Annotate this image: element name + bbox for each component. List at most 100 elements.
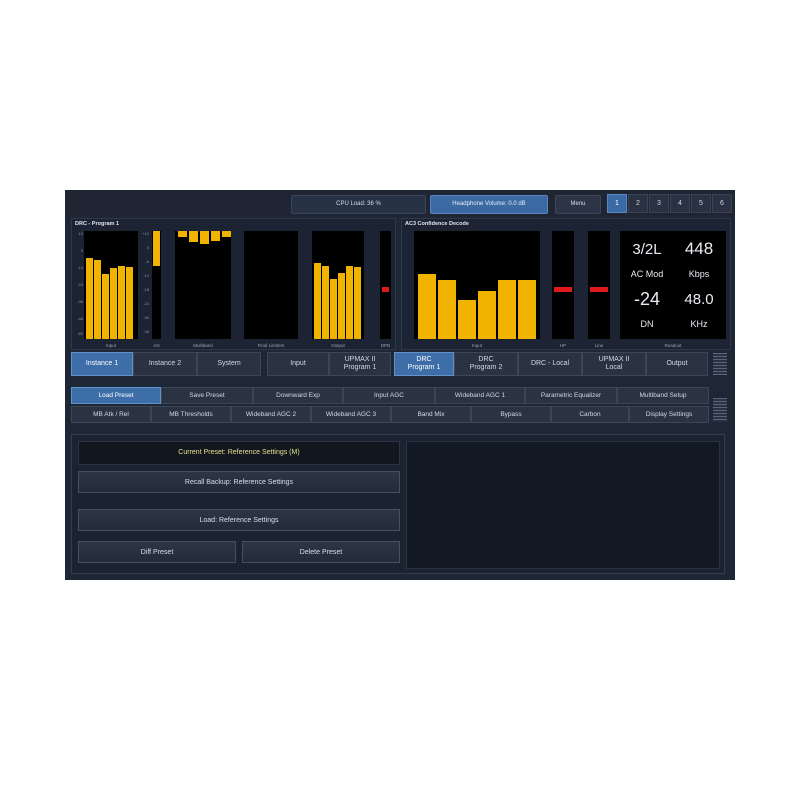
tab-load-preset[interactable]: Load Preset: [71, 387, 161, 404]
subtab-scroll-grip[interactable]: [713, 398, 727, 422]
tab-carbon[interactable]: Carbon: [551, 406, 629, 423]
bitrate-unit: Kbps: [688, 269, 710, 279]
page-button-4[interactable]: 4: [670, 194, 690, 213]
ac3-input-level-bar: [478, 291, 496, 339]
tab-drc-program-1[interactable]: DRC Program 1: [394, 352, 454, 376]
page-button-1[interactable]: 1: [607, 194, 627, 213]
output-level-bar: [314, 263, 321, 339]
hp-peak-marker: [554, 287, 572, 292]
tab-parametric-equalizer[interactable]: Parametric Equalizer: [525, 387, 617, 404]
processor-app-window: CPU Load: 36 % Headphone Volume: 0.0 dB …: [65, 190, 735, 580]
decoder-readout: 3/2L 448 AC Mod Kbps -24 48.0 DN KHz Rea…: [620, 231, 726, 348]
ag-scale: +12 0 -6 -12 -18 -24 -30 -36: [142, 231, 149, 334]
nav-row-scroll-grip[interactable]: [713, 353, 727, 375]
sample-rate-value: 48.0: [684, 291, 714, 308]
input-level-bar: [102, 274, 109, 339]
tab-upmax-program-1[interactable]: UPMAX II Program 1: [329, 352, 391, 376]
output-meter: Output: [312, 231, 364, 348]
input-level-bar: [126, 267, 133, 339]
load-preset-content: Current Preset: Reference Settings (M) R…: [71, 434, 725, 574]
output-level-bar: [354, 267, 361, 339]
hp-meter: HP: [552, 231, 574, 348]
output-level-bar: [330, 279, 337, 339]
load-preset-button[interactable]: Load: Reference Settings: [78, 509, 400, 531]
tab-system[interactable]: System: [197, 352, 261, 376]
final-limiters-meter: Final Limiters: [244, 231, 298, 348]
drc-subtab-row-1: Load Preset Save Preset Downward Exp Inp…: [71, 387, 709, 404]
output-level-bar: [322, 266, 329, 339]
sample-rate-unit: KHz: [690, 319, 708, 329]
drc-meter-panel: DRC - Program 1 12 0 -12 -24 -36 -48 -60…: [71, 218, 396, 350]
input-meter: Input: [84, 231, 138, 348]
tab-input-agc[interactable]: Input AGC: [343, 387, 435, 404]
tab-mb-atk-rel[interactable]: MB Atk / Rel: [71, 406, 151, 423]
tab-drc-program-2[interactable]: DRC Program 2: [454, 352, 518, 376]
tab-multiband-setup[interactable]: Multiband Setup: [617, 387, 709, 404]
multiband-meter: Multiband: [175, 231, 231, 348]
tab-save-preset[interactable]: Save Preset: [161, 387, 253, 404]
drc-subtab-row-2: MB Atk / Rel MB Thresholds Wideband AGC …: [71, 406, 709, 423]
preset-list-pane[interactable]: [406, 441, 720, 569]
tab-downward-exp[interactable]: Downward Exp: [253, 387, 343, 404]
menu-button[interactable]: Menu: [555, 195, 601, 214]
multiband-gain-bar: [189, 231, 198, 242]
multiband-gain-bar: [200, 231, 209, 244]
channel-mode: 3/2L: [632, 241, 662, 258]
tab-band-mix[interactable]: Band Mix: [391, 406, 471, 423]
dialnorm-value: -24: [633, 289, 660, 309]
tab-upmax-local[interactable]: UPMAX II Local: [582, 352, 646, 376]
dialnorm-label: DN: [640, 319, 654, 329]
input-scale: 12 0 -12 -24 -36 -48 -60: [77, 231, 83, 336]
tab-wideband-agc-2[interactable]: Wideband AGC 2: [231, 406, 311, 423]
page-button-5[interactable]: 5: [691, 194, 711, 213]
ac3-input-level-bar: [418, 274, 436, 339]
dpd-meter: DPD: [380, 231, 391, 348]
tab-instance-2[interactable]: Instance 2: [133, 352, 197, 376]
page-button-6[interactable]: 6: [712, 194, 732, 213]
ac3-input-meter: Input: [414, 231, 540, 348]
multiband-gain-bar: [222, 231, 231, 237]
ac3-input-level-bar: [498, 280, 516, 339]
tab-wideband-agc-1[interactable]: Wideband AGC 1: [435, 387, 525, 404]
delete-preset-button[interactable]: Delete Preset: [242, 541, 400, 563]
ac-mod-label: AC Mod: [630, 269, 664, 279]
recall-backup-button[interactable]: Recall Backup: Reference Settings: [78, 471, 400, 493]
tab-bypass[interactable]: Bypass: [471, 406, 551, 423]
tab-display-settings[interactable]: Display Settings: [629, 406, 709, 423]
ac3-decode-panel: AC3 Confidence Decode Input HP Line 3/2L…: [401, 218, 731, 350]
line-meter: Line: [588, 231, 610, 348]
page-button-3[interactable]: 3: [649, 194, 669, 213]
page-button-2[interactable]: 2: [628, 194, 648, 213]
tab-input[interactable]: Input: [267, 352, 329, 376]
input-level-bar: [94, 260, 101, 339]
page-selector: 1 2 3 4 5 6: [607, 194, 733, 213]
drc-panel-title: DRC - Program 1: [75, 221, 120, 227]
ag-level-bar: [153, 231, 160, 266]
multiband-gain-bar: [178, 231, 187, 237]
tab-instance-1[interactable]: Instance 1: [71, 352, 133, 376]
diff-preset-button[interactable]: Diff Preset: [78, 541, 236, 563]
cpu-load-display: CPU Load: 36 %: [291, 195, 426, 214]
tab-mb-thresholds[interactable]: MB Thresholds: [151, 406, 231, 423]
input-level-bar: [110, 268, 117, 339]
main-nav-row: Instance 1 Instance 2 System Input UPMAX…: [71, 352, 709, 376]
top-status-bar: CPU Load: 36 % Headphone Volume: 0.0 dB …: [65, 190, 735, 216]
tab-wideband-agc-3[interactable]: Wideband AGC 3: [311, 406, 391, 423]
output-level-bar: [346, 266, 353, 339]
multiband-gain-bar: [211, 231, 220, 241]
ag-meter: AG: [152, 231, 161, 348]
dpd-peak-marker: [382, 287, 389, 292]
bitrate-value: 448: [684, 239, 714, 258]
output-level-bar: [338, 273, 345, 339]
input-level-bar: [86, 258, 93, 339]
ac3-panel-title: AC3 Confidence Decode: [405, 221, 469, 227]
ac3-input-level-bar: [438, 280, 456, 339]
headphone-volume-control[interactable]: Headphone Volume: 0.0 dB: [430, 195, 548, 214]
line-peak-marker: [590, 287, 608, 292]
tab-output[interactable]: Output: [646, 352, 708, 376]
ac3-input-level-bar: [458, 300, 476, 339]
tab-drc-local[interactable]: DRC - Local: [518, 352, 582, 376]
input-level-bar: [118, 266, 125, 339]
ac3-input-level-bar: [518, 280, 536, 339]
current-preset-display: Current Preset: Reference Settings (M): [78, 441, 400, 465]
